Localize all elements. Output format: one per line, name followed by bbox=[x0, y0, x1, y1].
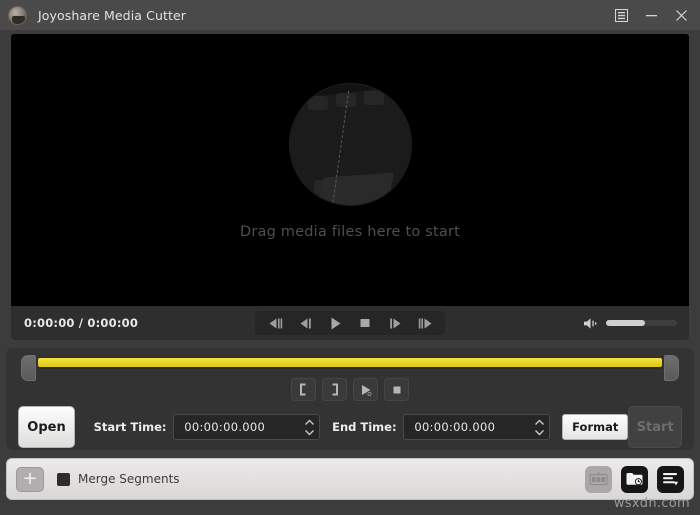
task-list-button[interactable] bbox=[657, 466, 684, 493]
play-icon[interactable] bbox=[320, 312, 350, 334]
volume-icon[interactable] bbox=[583, 317, 599, 330]
start-button[interactable]: Start bbox=[628, 406, 682, 448]
app-logo-icon bbox=[8, 6, 27, 25]
merge-segments-option[interactable]: Merge Segments bbox=[57, 472, 180, 486]
timeline-selection bbox=[38, 358, 662, 367]
close-icon[interactable] bbox=[666, 0, 696, 30]
start-time-label: Start Time: bbox=[94, 420, 167, 434]
set-end-point-button[interactable] bbox=[322, 378, 347, 401]
timeline-row bbox=[6, 348, 694, 378]
end-time-stepper[interactable] bbox=[532, 415, 547, 439]
bottom-action-icons bbox=[585, 466, 684, 493]
clip-tool-buttons bbox=[6, 378, 694, 401]
next-frame-icon[interactable] bbox=[380, 312, 410, 334]
time-readout: 0:00:00 / 0:00:00 bbox=[24, 316, 138, 330]
next-frame-group-icon[interactable] bbox=[410, 312, 440, 334]
transport-controls bbox=[255, 311, 445, 335]
timeline-track[interactable] bbox=[38, 357, 662, 369]
merge-segments-label: Merge Segments bbox=[78, 472, 180, 486]
title-bar: Joyoshare Media Cutter bbox=[0, 0, 700, 30]
drop-hint-text: Drag media files here to start bbox=[240, 224, 460, 240]
merge-segments-checkbox[interactable] bbox=[57, 473, 70, 486]
window-controls bbox=[606, 0, 696, 30]
volume-slider[interactable] bbox=[606, 320, 677, 326]
volume-slider-fill bbox=[606, 320, 645, 326]
end-time-value[interactable]: 00:00:00.000 bbox=[414, 420, 532, 434]
open-output-folder-button[interactable] bbox=[621, 466, 648, 493]
device-preset-button[interactable] bbox=[585, 466, 612, 493]
stop-icon[interactable] bbox=[350, 312, 380, 334]
segments-bar: + Merge Segments bbox=[6, 458, 694, 500]
minimize-icon[interactable] bbox=[636, 0, 666, 30]
start-time-field[interactable]: 00:00:00.000 bbox=[173, 414, 320, 440]
window-title: Joyoshare Media Cutter bbox=[38, 8, 186, 23]
start-time-stepper[interactable] bbox=[302, 415, 317, 439]
set-start-point-button[interactable] bbox=[291, 378, 316, 401]
player-control-bar: 0:00:00 / 0:00:00 bbox=[11, 306, 689, 340]
preview-segment-button[interactable] bbox=[353, 378, 378, 401]
menu-list-icon[interactable] bbox=[606, 0, 636, 30]
start-time-value[interactable]: 00:00:00.000 bbox=[184, 420, 302, 434]
end-time-label: End Time: bbox=[332, 420, 396, 434]
film-reel-cut-icon bbox=[289, 83, 412, 206]
volume-control[interactable] bbox=[583, 317, 677, 330]
watermark: wsxdn.com bbox=[614, 496, 690, 511]
open-button[interactable]: Open bbox=[18, 406, 75, 448]
end-time-field[interactable]: 00:00:00.000 bbox=[403, 414, 550, 440]
video-drop-area[interactable]: Drag media files here to start bbox=[11, 34, 689, 306]
app-window: Joyoshare Media Cutter bbox=[0, 0, 700, 515]
stage-container: Drag media files here to start 0:00:00 /… bbox=[0, 30, 700, 340]
editor-controls-row: Open Start Time: 00:00:00.000 End Time: … bbox=[6, 404, 694, 450]
format-button[interactable]: Format bbox=[562, 414, 628, 440]
prev-frame-group-icon[interactable] bbox=[260, 312, 290, 334]
bottom-section: + Merge Segments bbox=[6, 458, 694, 509]
prev-frame-icon[interactable] bbox=[290, 312, 320, 334]
edit-panel: Open Start Time: 00:00:00.000 End Time: … bbox=[6, 348, 694, 450]
add-segment-button[interactable]: + bbox=[16, 467, 44, 492]
stop-preview-button[interactable] bbox=[384, 378, 409, 401]
